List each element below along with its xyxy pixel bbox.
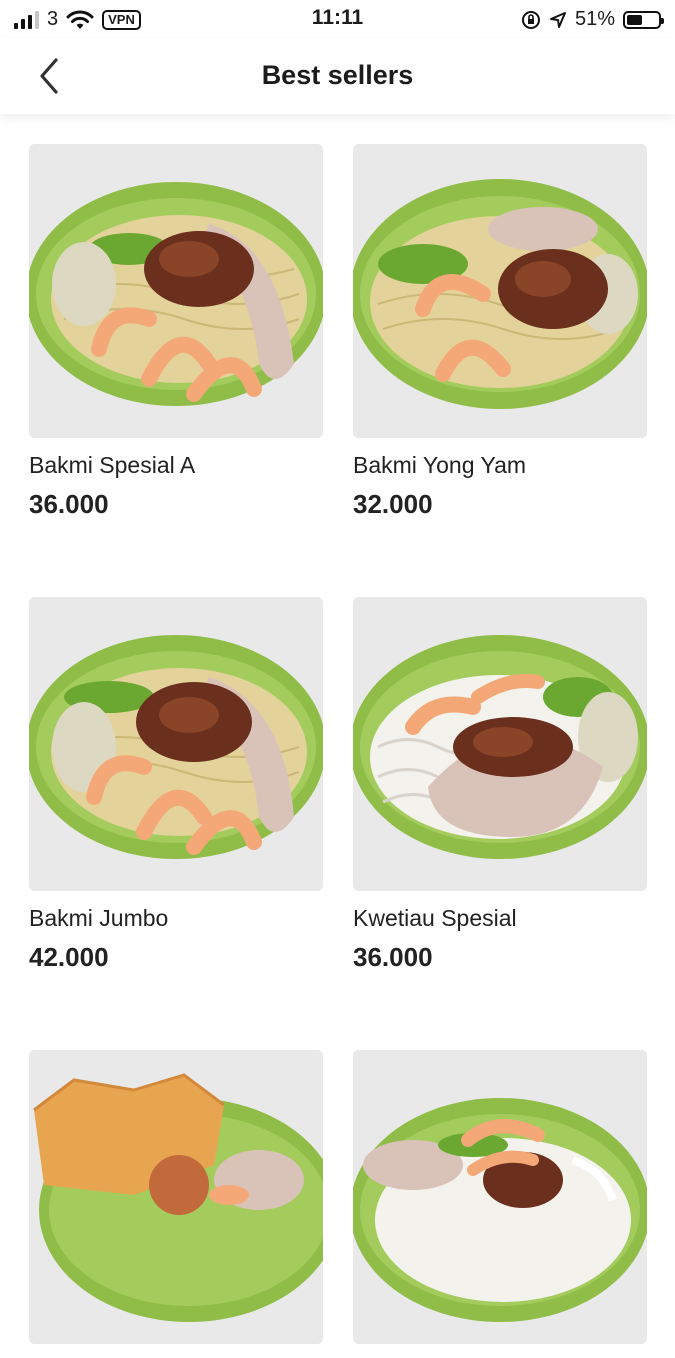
product-card[interactable]: [29, 1050, 323, 1358]
product-name: Kwetiau Spesial: [353, 905, 517, 931]
product-card[interactable]: Kwetiau Spesial 36.000: [353, 597, 647, 973]
product-price: 36.000: [29, 489, 109, 519]
product-name: Bakmi Yong Yam: [353, 452, 527, 478]
product-image[interactable]: [29, 1050, 323, 1344]
product-name: Bakmi Spesial A: [29, 452, 196, 478]
product-image[interactable]: [353, 597, 647, 891]
product-card[interactable]: Bakmi Jumbo 42.000: [29, 597, 323, 973]
battery-percent: 51%: [574, 8, 615, 30]
product-price: 42.000: [29, 942, 109, 972]
location-icon: [549, 11, 566, 28]
orientation-lock-icon: [521, 10, 540, 29]
product-image[interactable]: [29, 597, 323, 891]
product-price: 32.000: [353, 489, 433, 519]
product-image[interactable]: [29, 144, 323, 438]
product-card[interactable]: Bakmi Yong Yam 32.000: [353, 144, 647, 520]
header: Best sellers: [0, 38, 675, 114]
battery-icon: [623, 10, 664, 29]
status-bar: 3 VPN 11:11 51%: [0, 0, 675, 38]
product-image[interactable]: [353, 1050, 647, 1344]
product-name: Bakmi Jumbo: [29, 905, 169, 931]
product-card[interactable]: [353, 1050, 647, 1358]
page-title: Best sellers: [261, 60, 414, 90]
product-price: 36.000: [353, 942, 433, 972]
product-image[interactable]: [353, 144, 647, 438]
product-card[interactable]: Bakmi Spesial A 36.000: [29, 144, 323, 520]
